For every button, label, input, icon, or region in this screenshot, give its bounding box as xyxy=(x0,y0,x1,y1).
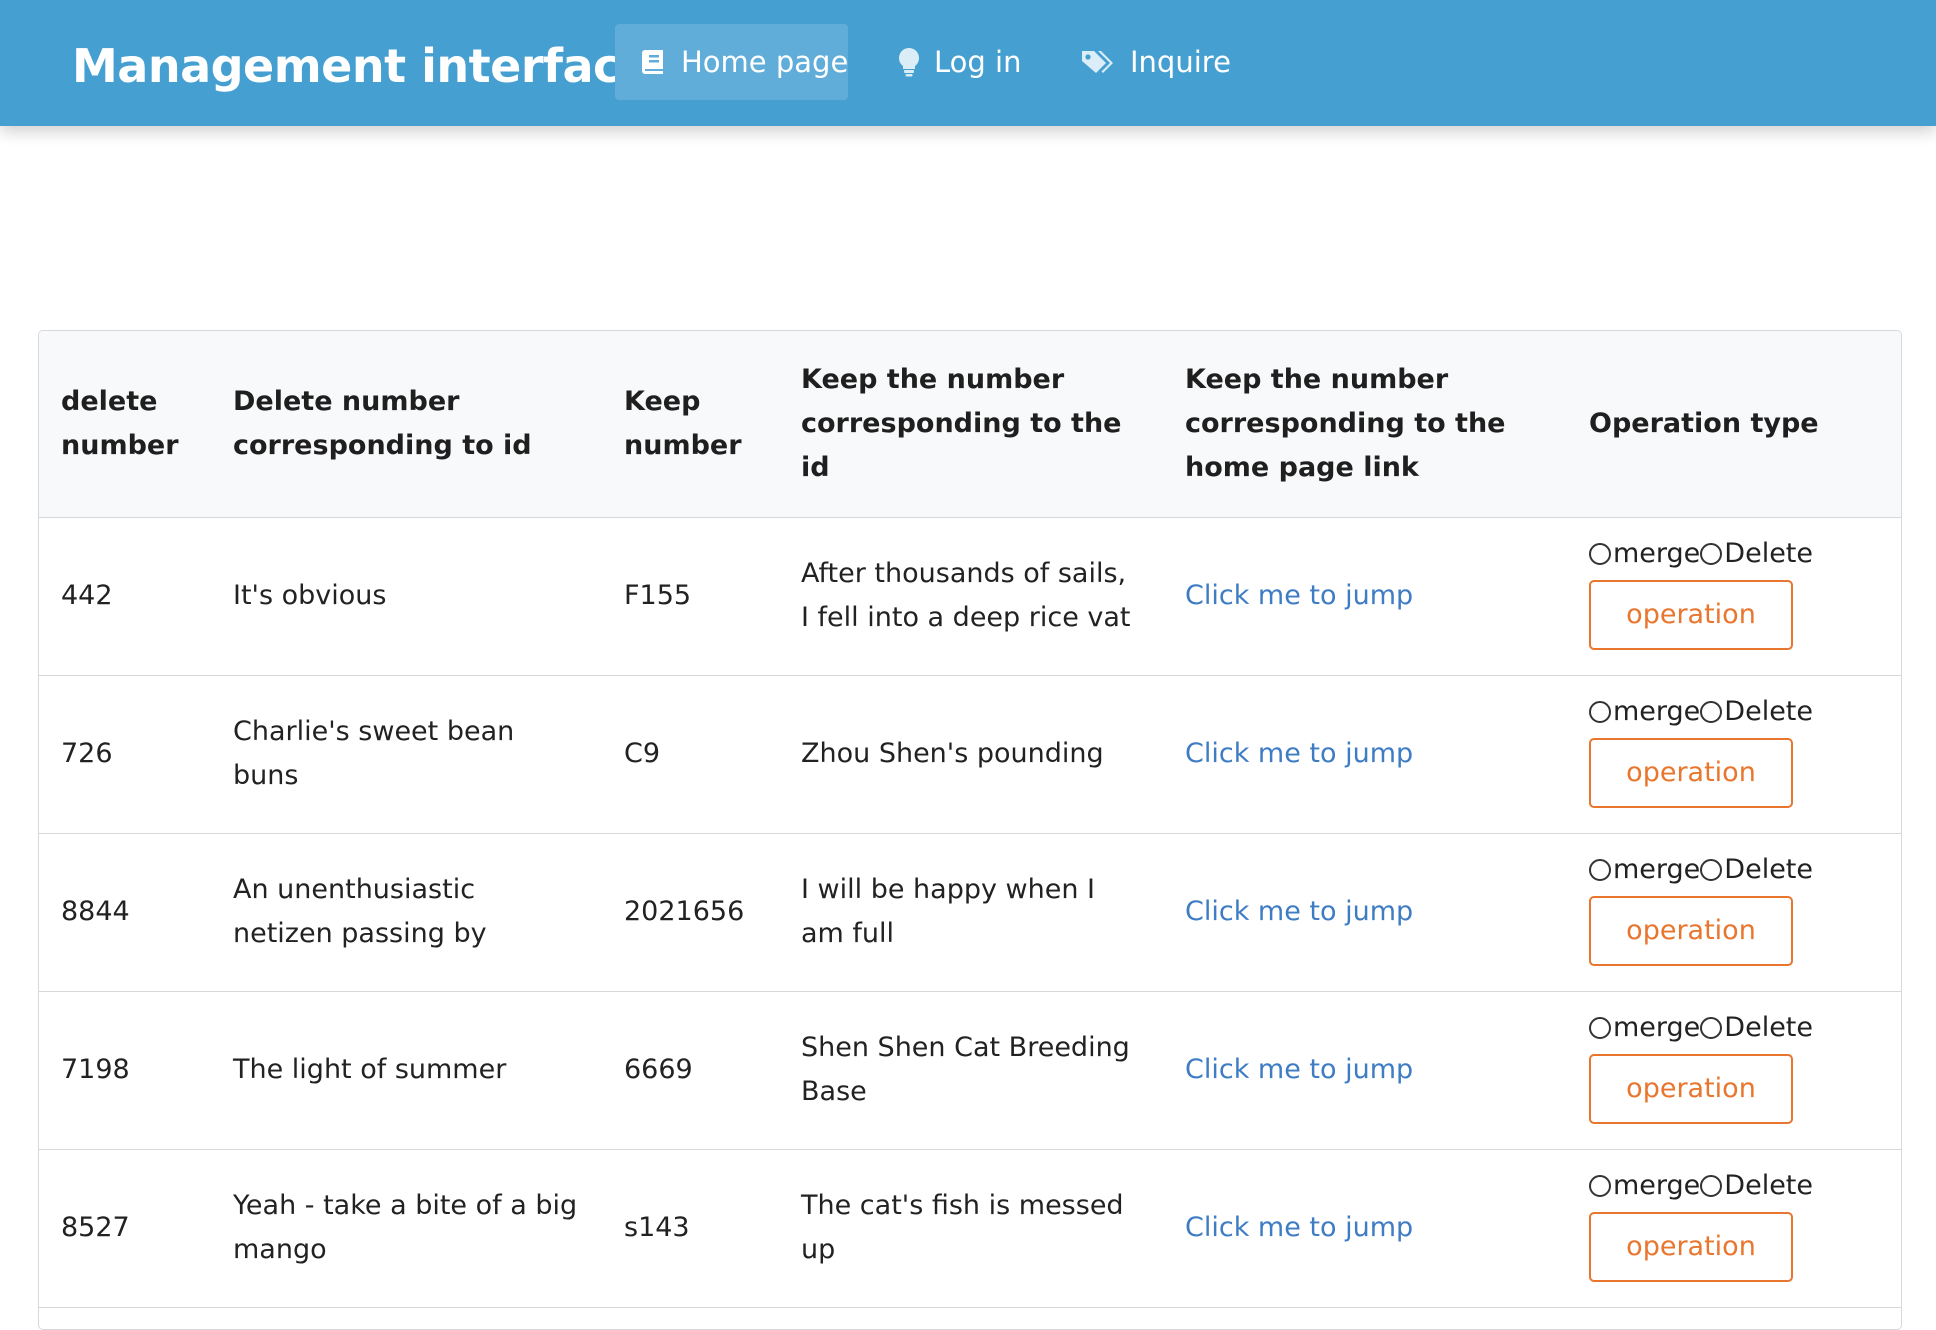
cell-delete-number: 726 xyxy=(39,675,211,834)
cell-operation: merge Delete operation xyxy=(1567,1149,1901,1308)
delete-radio[interactable] xyxy=(1700,701,1723,723)
cell-delete-id: Charlie's sweet bean buns xyxy=(211,675,602,834)
cell-delete-number: 8527 xyxy=(39,1149,211,1308)
cell-link: Click me to jump xyxy=(1163,517,1567,676)
delete-radio[interactable] xyxy=(1700,1175,1723,1197)
cell-delete-id: It's obvious xyxy=(211,517,602,676)
cell-delete-id: Yeah - take a bite of a big mango xyxy=(211,1149,602,1308)
operation-radio-group: merge Delete xyxy=(1589,852,1813,888)
nav-log-in-label: Log in xyxy=(934,45,1022,79)
jump-link[interactable]: Click me to jump xyxy=(1185,738,1413,769)
cell-delete-number: 7198 xyxy=(39,991,211,1150)
cell-keep-id: I will be happy when I am full xyxy=(779,833,1163,992)
cell-operation: merge Delete operation xyxy=(1567,833,1901,992)
cell-link: Click me to jump xyxy=(1163,675,1567,834)
delete-radio-label: Delete xyxy=(1724,1170,1814,1201)
operation-radio-group: merge Delete xyxy=(1589,694,1813,730)
cell-operation: merge Delete operation xyxy=(1567,991,1901,1150)
cell-delete-id: The light of summer xyxy=(211,991,602,1150)
book-icon xyxy=(641,47,667,77)
lightbulb-icon xyxy=(898,47,920,77)
merge-radio-label: merge xyxy=(1613,854,1701,885)
col-header-delete-number: delete number xyxy=(39,331,211,518)
nav-log-in[interactable]: Log in xyxy=(872,24,1038,100)
delete-radio[interactable] xyxy=(1700,543,1723,565)
cell-keep-number: 2021656 xyxy=(602,833,779,992)
operation-button[interactable]: operation xyxy=(1589,580,1793,650)
tags-icon xyxy=(1080,47,1116,77)
operation-button[interactable]: operation xyxy=(1589,738,1793,808)
jump-link[interactable]: Click me to jump xyxy=(1185,1054,1413,1085)
merge-radio[interactable] xyxy=(1589,859,1611,881)
nav-inquire[interactable]: Inquire xyxy=(1054,24,1246,100)
cell-link: Click me to jump xyxy=(1163,1149,1567,1308)
operation-radio-group: merge Delete xyxy=(1589,1168,1813,1204)
cell-keep-id: Zhou Shen's pounding xyxy=(779,675,1163,834)
cell-keep-number: 6669 xyxy=(602,991,779,1150)
merge-delete-table: delete number Delete number correspondin… xyxy=(39,331,1901,1308)
merge-radio[interactable] xyxy=(1589,1017,1611,1039)
table-row: 726 Charlie's sweet bean buns C9 Zhou Sh… xyxy=(39,675,1901,834)
merge-radio[interactable] xyxy=(1589,701,1611,723)
table-row: 7198 The light of summer 6669 Shen Shen … xyxy=(39,991,1901,1150)
col-header-home-page-link: Keep the number corresponding to the hom… xyxy=(1163,331,1567,518)
operation-button[interactable]: operation xyxy=(1589,1212,1793,1282)
cell-keep-id: After thousands of sails, I fell into a … xyxy=(779,517,1163,676)
merge-radio-label: merge xyxy=(1613,1170,1701,1201)
cell-delete-id: An unenthusiastic netizen passing by xyxy=(211,833,602,992)
merge-radio-label: merge xyxy=(1613,538,1701,569)
cell-keep-number: s143 xyxy=(602,1149,779,1308)
cell-link: Click me to jump xyxy=(1163,833,1567,992)
merge-radio[interactable] xyxy=(1589,543,1611,565)
nav-home-page-label: Home page xyxy=(681,45,849,79)
jump-link[interactable]: Click me to jump xyxy=(1185,896,1413,927)
delete-radio[interactable] xyxy=(1700,859,1723,881)
cell-delete-number: 442 xyxy=(39,517,211,676)
operation-radio-group: merge Delete xyxy=(1589,1010,1813,1046)
brand-title: Management interface xyxy=(72,39,651,93)
nav-home-page[interactable]: Home page xyxy=(615,24,848,100)
delete-radio-label: Delete xyxy=(1724,696,1814,727)
cell-keep-id: The cat's fish is messed up xyxy=(779,1149,1163,1308)
merge-radio-label: merge xyxy=(1613,696,1701,727)
delete-radio-label: Delete xyxy=(1724,1012,1814,1043)
cell-delete-number: 8844 xyxy=(39,833,211,992)
cell-keep-number: C9 xyxy=(602,675,779,834)
merge-radio-label: merge xyxy=(1613,1012,1701,1043)
col-header-operation-type: Operation type xyxy=(1567,331,1901,518)
jump-link[interactable]: Click me to jump xyxy=(1185,580,1413,611)
data-table-card: delete number Delete number correspondin… xyxy=(38,330,1902,1330)
cell-operation: merge Delete operation xyxy=(1567,517,1901,676)
table-row: 8527 Yeah - take a bite of a big mango s… xyxy=(39,1149,1901,1308)
col-header-delete-id: Delete number corresponding to id xyxy=(211,331,602,518)
table-header-row: delete number Delete number correspondin… xyxy=(39,331,1901,518)
delete-radio-label: Delete xyxy=(1724,854,1814,885)
table-row: 8844 An unenthusiastic netizen passing b… xyxy=(39,833,1901,992)
delete-radio-label: Delete xyxy=(1724,538,1814,569)
col-header-keep-id: Keep the number corresponding to the id xyxy=(779,331,1163,518)
delete-radio[interactable] xyxy=(1700,1017,1723,1039)
merge-radio[interactable] xyxy=(1589,1175,1611,1197)
cell-keep-id: Shen Shen Cat Breeding Base xyxy=(779,991,1163,1150)
cell-keep-number: F155 xyxy=(602,517,779,676)
col-header-keep-number: Keep number xyxy=(602,331,779,518)
nav-inquire-label: Inquire xyxy=(1130,45,1231,79)
table-row: 442 It's obvious F155 After thousands of… xyxy=(39,517,1901,676)
operation-button[interactable]: operation xyxy=(1589,896,1793,966)
cell-link: Click me to jump xyxy=(1163,991,1567,1150)
jump-link[interactable]: Click me to jump xyxy=(1185,1212,1413,1243)
cell-operation: merge Delete operation xyxy=(1567,675,1901,834)
operation-radio-group: merge Delete xyxy=(1589,536,1813,572)
top-navbar: Management interface Home page Log in In… xyxy=(0,0,1936,126)
operation-button[interactable]: operation xyxy=(1589,1054,1793,1124)
